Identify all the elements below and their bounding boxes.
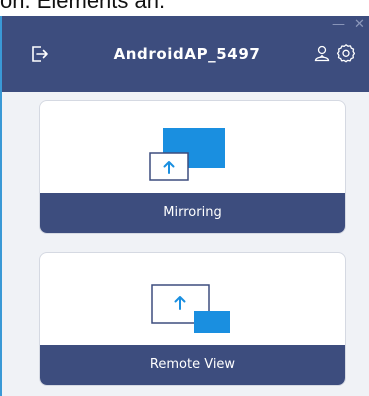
close-button[interactable]: ✕ — [354, 16, 368, 34]
mirroring-label: Mirroring — [40, 193, 345, 233]
app-window: — ✕ AndroidAP_5497 Mirroring Remote View — [0, 16, 369, 396]
mirroring-card[interactable]: Mirroring — [39, 100, 346, 234]
background-partial-text: on. Elements an. — [0, 0, 166, 13]
exit-icon[interactable] — [30, 44, 50, 64]
device-name-title: AndroidAP_5497 — [113, 45, 261, 63]
gear-icon[interactable] — [336, 43, 356, 63]
user-icon[interactable] — [313, 44, 331, 62]
mirroring-icon — [149, 128, 225, 181]
remote-view-card[interactable]: Remote View — [39, 252, 346, 386]
minimize-button[interactable]: — — [332, 16, 346, 34]
remote-view-icon — [151, 284, 230, 333]
app-header: — ✕ AndroidAP_5497 — [2, 16, 369, 92]
remote-view-label: Remote View — [40, 345, 345, 385]
